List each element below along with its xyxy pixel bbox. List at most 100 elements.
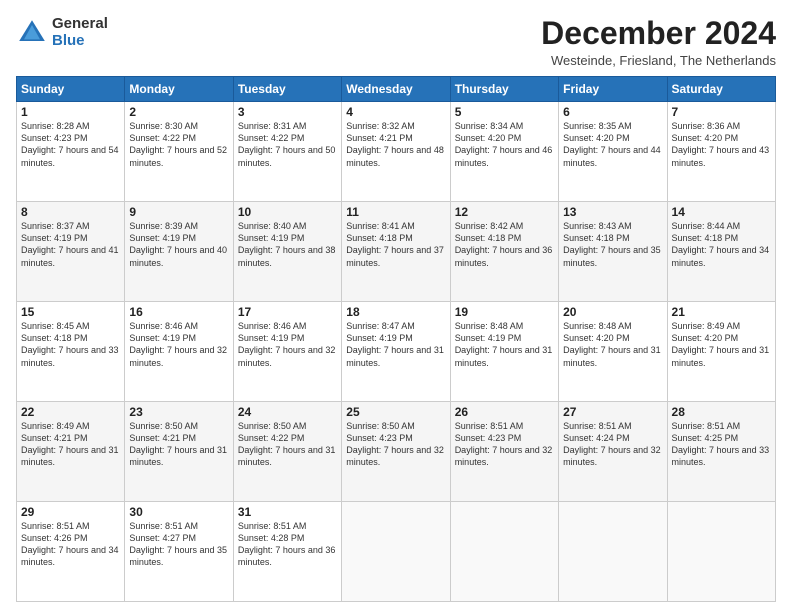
col-header-tuesday: Tuesday [233, 77, 341, 102]
day-info: Sunrise: 8:39 AMSunset: 4:19 PMDaylight:… [129, 220, 228, 269]
calendar-cell: 30Sunrise: 8:51 AMSunset: 4:27 PMDayligh… [125, 502, 233, 602]
page: General Blue December 2024 Westeinde, Fr… [0, 0, 792, 612]
calendar-cell: 7Sunrise: 8:36 AMSunset: 4:20 PMDaylight… [667, 102, 775, 202]
day-number: 3 [238, 105, 337, 119]
calendar-cell: 10Sunrise: 8:40 AMSunset: 4:19 PMDayligh… [233, 202, 341, 302]
calendar-cell: 1Sunrise: 8:28 AMSunset: 4:23 PMDaylight… [17, 102, 125, 202]
calendar-cell: 31Sunrise: 8:51 AMSunset: 4:28 PMDayligh… [233, 502, 341, 602]
day-info: Sunrise: 8:51 AMSunset: 4:23 PMDaylight:… [455, 420, 554, 469]
day-info: Sunrise: 8:50 AMSunset: 4:21 PMDaylight:… [129, 420, 228, 469]
day-info: Sunrise: 8:50 AMSunset: 4:23 PMDaylight:… [346, 420, 445, 469]
col-header-sunday: Sunday [17, 77, 125, 102]
calendar-cell: 22Sunrise: 8:49 AMSunset: 4:21 PMDayligh… [17, 402, 125, 502]
calendar-week-row: 15Sunrise: 8:45 AMSunset: 4:18 PMDayligh… [17, 302, 776, 402]
logo-blue: Blue [52, 33, 108, 50]
day-number: 14 [672, 205, 771, 219]
day-number: 29 [21, 505, 120, 519]
day-info: Sunrise: 8:48 AMSunset: 4:19 PMDaylight:… [455, 320, 554, 369]
calendar-cell: 19Sunrise: 8:48 AMSunset: 4:19 PMDayligh… [450, 302, 558, 402]
day-info: Sunrise: 8:51 AMSunset: 4:26 PMDaylight:… [21, 520, 120, 569]
calendar-week-row: 29Sunrise: 8:51 AMSunset: 4:26 PMDayligh… [17, 502, 776, 602]
logo-general: General [52, 16, 108, 33]
day-number: 5 [455, 105, 554, 119]
day-info: Sunrise: 8:43 AMSunset: 4:18 PMDaylight:… [563, 220, 662, 269]
header: General Blue December 2024 Westeinde, Fr… [16, 16, 776, 68]
calendar-cell: 15Sunrise: 8:45 AMSunset: 4:18 PMDayligh… [17, 302, 125, 402]
col-header-monday: Monday [125, 77, 233, 102]
day-number: 4 [346, 105, 445, 119]
day-number: 19 [455, 305, 554, 319]
day-number: 2 [129, 105, 228, 119]
calendar-cell: 28Sunrise: 8:51 AMSunset: 4:25 PMDayligh… [667, 402, 775, 502]
calendar-cell: 27Sunrise: 8:51 AMSunset: 4:24 PMDayligh… [559, 402, 667, 502]
logo: General Blue [16, 16, 108, 49]
calendar-cell: 17Sunrise: 8:46 AMSunset: 4:19 PMDayligh… [233, 302, 341, 402]
day-info: Sunrise: 8:42 AMSunset: 4:18 PMDaylight:… [455, 220, 554, 269]
calendar-cell: 14Sunrise: 8:44 AMSunset: 4:18 PMDayligh… [667, 202, 775, 302]
calendar-cell: 9Sunrise: 8:39 AMSunset: 4:19 PMDaylight… [125, 202, 233, 302]
day-number: 11 [346, 205, 445, 219]
calendar-header-row: SundayMondayTuesdayWednesdayThursdayFrid… [17, 77, 776, 102]
day-info: Sunrise: 8:48 AMSunset: 4:20 PMDaylight:… [563, 320, 662, 369]
day-info: Sunrise: 8:40 AMSunset: 4:19 PMDaylight:… [238, 220, 337, 269]
col-header-saturday: Saturday [667, 77, 775, 102]
day-number: 20 [563, 305, 662, 319]
calendar-cell: 16Sunrise: 8:46 AMSunset: 4:19 PMDayligh… [125, 302, 233, 402]
calendar-cell: 3Sunrise: 8:31 AMSunset: 4:22 PMDaylight… [233, 102, 341, 202]
day-number: 6 [563, 105, 662, 119]
day-info: Sunrise: 8:51 AMSunset: 4:28 PMDaylight:… [238, 520, 337, 569]
day-number: 26 [455, 405, 554, 419]
day-info: Sunrise: 8:28 AMSunset: 4:23 PMDaylight:… [21, 120, 120, 169]
calendar-cell: 8Sunrise: 8:37 AMSunset: 4:19 PMDaylight… [17, 202, 125, 302]
day-info: Sunrise: 8:30 AMSunset: 4:22 PMDaylight:… [129, 120, 228, 169]
day-info: Sunrise: 8:51 AMSunset: 4:25 PMDaylight:… [672, 420, 771, 469]
calendar-cell [450, 502, 558, 602]
day-number: 7 [672, 105, 771, 119]
day-info: Sunrise: 8:49 AMSunset: 4:21 PMDaylight:… [21, 420, 120, 469]
calendar-cell: 24Sunrise: 8:50 AMSunset: 4:22 PMDayligh… [233, 402, 341, 502]
day-number: 13 [563, 205, 662, 219]
day-info: Sunrise: 8:47 AMSunset: 4:19 PMDaylight:… [346, 320, 445, 369]
day-number: 18 [346, 305, 445, 319]
day-number: 16 [129, 305, 228, 319]
location: Westeinde, Friesland, The Netherlands [541, 53, 776, 68]
day-info: Sunrise: 8:35 AMSunset: 4:20 PMDaylight:… [563, 120, 662, 169]
calendar-cell: 23Sunrise: 8:50 AMSunset: 4:21 PMDayligh… [125, 402, 233, 502]
day-info: Sunrise: 8:37 AMSunset: 4:19 PMDaylight:… [21, 220, 120, 269]
day-number: 25 [346, 405, 445, 419]
calendar-cell: 21Sunrise: 8:49 AMSunset: 4:20 PMDayligh… [667, 302, 775, 402]
calendar-cell: 2Sunrise: 8:30 AMSunset: 4:22 PMDaylight… [125, 102, 233, 202]
day-info: Sunrise: 8:44 AMSunset: 4:18 PMDaylight:… [672, 220, 771, 269]
day-info: Sunrise: 8:50 AMSunset: 4:22 PMDaylight:… [238, 420, 337, 469]
calendar-cell: 4Sunrise: 8:32 AMSunset: 4:21 PMDaylight… [342, 102, 450, 202]
day-info: Sunrise: 8:49 AMSunset: 4:20 PMDaylight:… [672, 320, 771, 369]
day-info: Sunrise: 8:46 AMSunset: 4:19 PMDaylight:… [238, 320, 337, 369]
month-title: December 2024 [541, 16, 776, 51]
calendar-cell: 25Sunrise: 8:50 AMSunset: 4:23 PMDayligh… [342, 402, 450, 502]
calendar-cell: 20Sunrise: 8:48 AMSunset: 4:20 PMDayligh… [559, 302, 667, 402]
col-header-thursday: Thursday [450, 77, 558, 102]
calendar-table: SundayMondayTuesdayWednesdayThursdayFrid… [16, 76, 776, 602]
day-info: Sunrise: 8:41 AMSunset: 4:18 PMDaylight:… [346, 220, 445, 269]
col-header-wednesday: Wednesday [342, 77, 450, 102]
calendar-cell [667, 502, 775, 602]
day-number: 9 [129, 205, 228, 219]
calendar-cell: 29Sunrise: 8:51 AMSunset: 4:26 PMDayligh… [17, 502, 125, 602]
day-info: Sunrise: 8:34 AMSunset: 4:20 PMDaylight:… [455, 120, 554, 169]
calendar-cell: 12Sunrise: 8:42 AMSunset: 4:18 PMDayligh… [450, 202, 558, 302]
day-number: 10 [238, 205, 337, 219]
day-number: 28 [672, 405, 771, 419]
day-number: 1 [21, 105, 120, 119]
col-header-friday: Friday [559, 77, 667, 102]
day-number: 12 [455, 205, 554, 219]
calendar-week-row: 1Sunrise: 8:28 AMSunset: 4:23 PMDaylight… [17, 102, 776, 202]
day-info: Sunrise: 8:36 AMSunset: 4:20 PMDaylight:… [672, 120, 771, 169]
day-info: Sunrise: 8:51 AMSunset: 4:27 PMDaylight:… [129, 520, 228, 569]
calendar-week-row: 8Sunrise: 8:37 AMSunset: 4:19 PMDaylight… [17, 202, 776, 302]
calendar-cell: 18Sunrise: 8:47 AMSunset: 4:19 PMDayligh… [342, 302, 450, 402]
day-number: 22 [21, 405, 120, 419]
calendar-cell: 5Sunrise: 8:34 AMSunset: 4:20 PMDaylight… [450, 102, 558, 202]
day-number: 23 [129, 405, 228, 419]
day-info: Sunrise: 8:51 AMSunset: 4:24 PMDaylight:… [563, 420, 662, 469]
day-info: Sunrise: 8:46 AMSunset: 4:19 PMDaylight:… [129, 320, 228, 369]
